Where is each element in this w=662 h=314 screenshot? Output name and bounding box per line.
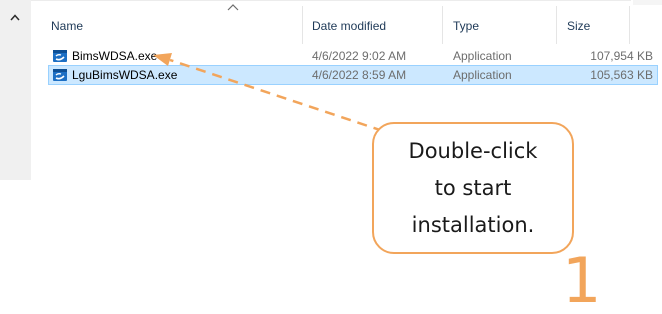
file-type: Application xyxy=(453,68,512,82)
instruction-callout: Double-click to start installation. xyxy=(372,122,574,254)
navigation-scroll-strip[interactable] xyxy=(0,0,31,180)
column-divider[interactable] xyxy=(629,6,630,44)
file-name[interactable]: BimsWDSA.exe xyxy=(72,48,157,64)
callout-line: installation. xyxy=(411,212,535,237)
callout-line: Double-click xyxy=(408,138,538,163)
chevron-up-icon xyxy=(10,13,20,20)
callout-line: to start xyxy=(434,175,512,200)
file-name[interactable]: LguBimsWDSA.exe xyxy=(72,67,177,83)
file-date-modified: 4/6/2022 9:02 AM xyxy=(312,49,407,63)
screenshot: Name Date modified Type Size BimsWDSA.ex… xyxy=(0,0,662,314)
chevron-up-icon xyxy=(227,4,239,11)
column-divider[interactable] xyxy=(442,6,443,44)
file-size: 105,563 KB xyxy=(590,68,653,82)
file-row-selected[interactable]: LguBimsWDSA.exe 4/6/2022 8:59 AM Applica… xyxy=(48,65,658,85)
scroll-up-button[interactable] xyxy=(5,9,25,25)
application-icon xyxy=(53,50,67,62)
column-name[interactable]: Name xyxy=(51,17,83,35)
file-date-modified: 4/6/2022 8:59 AM xyxy=(312,68,407,82)
file-row[interactable]: BimsWDSA.exe 4/6/2022 9:02 AM Applicatio… xyxy=(48,46,658,66)
column-size[interactable]: Size xyxy=(567,17,590,35)
column-date-modified[interactable]: Date modified xyxy=(312,17,386,35)
column-divider[interactable] xyxy=(556,6,557,44)
column-header: Name Date modified Type Size xyxy=(31,0,662,44)
column-type[interactable]: Type xyxy=(453,17,479,35)
step-number: 1 xyxy=(562,244,602,314)
file-size: 107,954 KB xyxy=(590,49,653,63)
file-type: Application xyxy=(453,49,512,63)
column-divider[interactable] xyxy=(302,6,303,44)
application-icon xyxy=(53,69,67,81)
